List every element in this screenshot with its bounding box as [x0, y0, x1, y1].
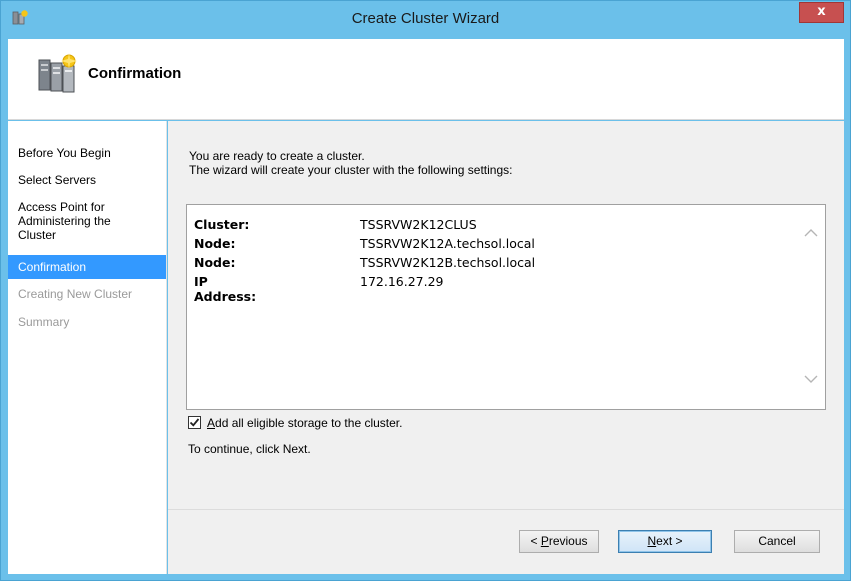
next-button[interactable]: Next > — [618, 530, 712, 553]
close-icon: x — [817, 4, 826, 19]
previous-button[interactable]: < Previous — [519, 530, 599, 553]
wizard-content: You are ready to create a cluster. The w… — [168, 121, 844, 574]
settings-key: Node: — [194, 255, 236, 270]
intro-text: You are ready to create a cluster. The w… — [189, 149, 512, 177]
wizard-window: Create Cluster Wizard x Confirmation Bef… — [0, 0, 851, 581]
wizard-header: Confirmation — [8, 39, 844, 120]
intro-line: The wizard will create your cluster with… — [189, 163, 513, 177]
page-title: Confirmation — [88, 65, 182, 82]
title-bar[interactable]: Create Cluster Wizard x — [1, 1, 850, 39]
next-label: ext > — [656, 534, 683, 548]
settings-value: TSSRVW2K12CLUS — [360, 217, 477, 232]
sidebar-item-access-point[interactable]: Access Point for Administering the Clust… — [8, 200, 166, 242]
previous-label: revious — [548, 534, 588, 548]
accelerator-key: P — [540, 534, 549, 548]
settings-key: Cluster: — [194, 217, 250, 232]
continue-instruction: To continue, click Next. — [188, 442, 311, 456]
cancel-button[interactable]: Cancel — [734, 530, 820, 553]
window-title: Create Cluster Wizard — [351, 10, 500, 27]
sidebar-item-summary: Summary — [18, 315, 70, 329]
sidebar-item-before-you-begin[interactable]: Before You Begin — [8, 146, 166, 160]
accelerator-key: A — [207, 416, 216, 430]
close-button[interactable]: x — [799, 2, 844, 23]
add-storage-checkbox[interactable] — [188, 416, 201, 429]
settings-key: IP Address: — [194, 274, 257, 304]
settings-value: 172.16.27.29 — [360, 274, 444, 289]
accelerator-key: N — [647, 534, 657, 548]
sidebar-item-select-servers[interactable]: Select Servers — [8, 173, 166, 187]
settings-key: Node: — [194, 236, 236, 251]
previous-prefix: < — [530, 534, 541, 548]
wizard-steps-sidebar: Before You Begin Select Servers Access P… — [8, 121, 167, 574]
checkmark-icon — [189, 418, 200, 427]
cluster-servers-icon — [36, 52, 78, 94]
sidebar-item-creating-new-cluster: Creating New Cluster — [18, 287, 133, 301]
sidebar-item-confirmation[interactable]: Confirmation — [8, 255, 166, 279]
scroll-up-icon[interactable] — [803, 227, 819, 239]
settings-value: TSSRVW2K12A.techsol.local — [360, 236, 535, 251]
add-storage-label-text: dd all eligible storage to the cluster. — [215, 416, 403, 430]
sidebar-item-label: Access Point for — [18, 200, 105, 214]
settings-value: TSSRVW2K12B.techsol.local — [360, 255, 536, 270]
intro-line: You are ready to create a cluster. — [189, 149, 365, 163]
sidebar-item-label: Administering the — [18, 214, 111, 228]
add-storage-label[interactable]: Add all eligible storage to the cluster. — [207, 416, 402, 430]
footer-divider — [168, 509, 844, 510]
settings-summary-box[interactable]: Cluster: TSSRVW2K12CLUS Node: TSSRVW2K12… — [186, 204, 826, 410]
scroll-down-icon[interactable] — [803, 373, 819, 385]
sidebar-item-label: Cluster — [18, 228, 57, 242]
